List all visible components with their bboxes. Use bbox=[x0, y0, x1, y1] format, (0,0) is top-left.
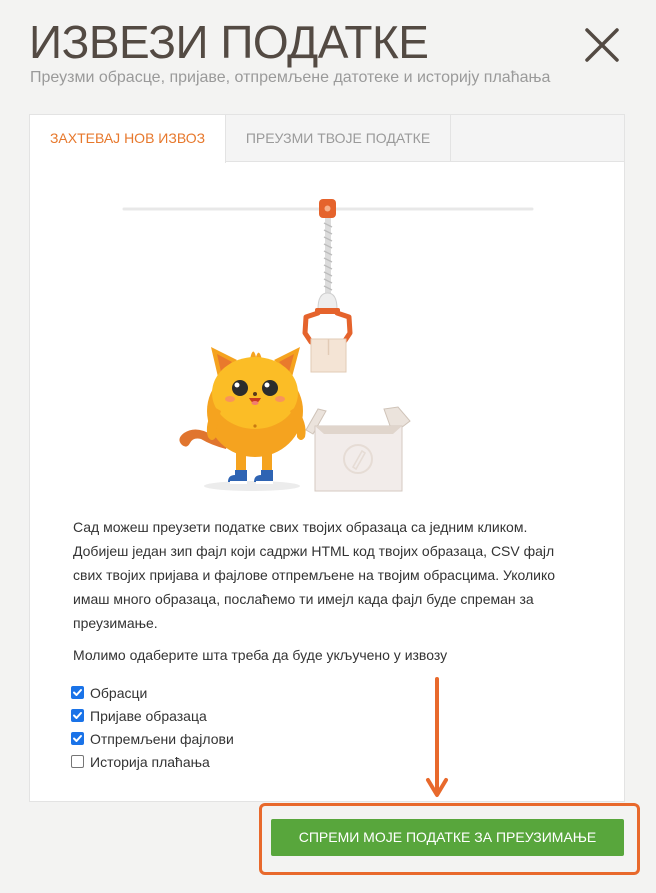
options-instruction: Молимо одаберите шта треба да буде укључ… bbox=[73, 647, 448, 663]
claw-arm-right bbox=[334, 310, 353, 345]
prepare-download-button[interactable]: СПРЕМИ МОЈЕ ПОДАТКЕ ЗА ПРЕУЗИМАЊЕ bbox=[271, 819, 624, 856]
tab-bar: ЗАХТЕВАЈ НОВ ИЗВОЗ ПРЕУЗМИ ТВОЈЕ ПОДАТКЕ bbox=[30, 115, 624, 163]
cat-leg-left bbox=[236, 451, 246, 473]
option-label: Историја плаћања bbox=[90, 753, 210, 770]
submissions-checkbox[interactable] bbox=[71, 709, 84, 722]
page-subtitle: Преузми обрасце, пријаве, отпремљене дат… bbox=[30, 69, 551, 86]
export-illustration bbox=[122, 199, 534, 492]
tab-request-export[interactable]: ЗАХТЕВАЈ НОВ ИЗВОЗ bbox=[30, 115, 226, 163]
forms-checkbox[interactable] bbox=[71, 686, 84, 699]
option-payment-history[interactable]: Историја плаћања bbox=[71, 750, 234, 773]
export-description: Сад можеш преузети податке свих твојих о… bbox=[73, 519, 556, 631]
arrow-down-icon bbox=[426, 677, 448, 797]
uploads-checkbox[interactable] bbox=[71, 732, 84, 745]
option-label: Обрасци bbox=[90, 684, 148, 701]
page-title: ИЗВЕЗИ ПОДАТКЕ bbox=[29, 16, 429, 68]
tab-download-data[interactable]: ПРЕУЗМИ ТВОЈЕ ПОДАТКЕ bbox=[226, 115, 451, 162]
shadow bbox=[204, 481, 300, 491]
export-panel: ЗАХТЕВАЈ НОВ ИЗВОЗ ПРЕУЗМИ ТВОЈЕ ПОДАТКЕ bbox=[29, 114, 625, 802]
payment-history-checkbox[interactable] bbox=[71, 755, 84, 768]
claw-head bbox=[317, 292, 338, 310]
option-forms[interactable]: Обрасци bbox=[71, 681, 234, 704]
cat-boot-right bbox=[254, 470, 273, 482]
check-icon bbox=[73, 689, 82, 696]
export-options: Обрасци Пријаве образаца Отпремљени фајл… bbox=[71, 681, 234, 773]
option-label: Отпремљени фајлови bbox=[90, 730, 234, 747]
check-icon bbox=[73, 735, 82, 742]
close-icon bbox=[585, 28, 619, 62]
close-button[interactable] bbox=[581, 24, 623, 66]
claw-arm-left bbox=[302, 310, 321, 345]
option-uploads[interactable]: Отпремљени фајлови bbox=[71, 727, 234, 750]
cat-boot-left bbox=[228, 470, 247, 482]
check-icon bbox=[73, 712, 82, 719]
option-submissions[interactable]: Пријаве образаца bbox=[71, 704, 234, 727]
option-label: Пријаве образаца bbox=[90, 707, 207, 724]
